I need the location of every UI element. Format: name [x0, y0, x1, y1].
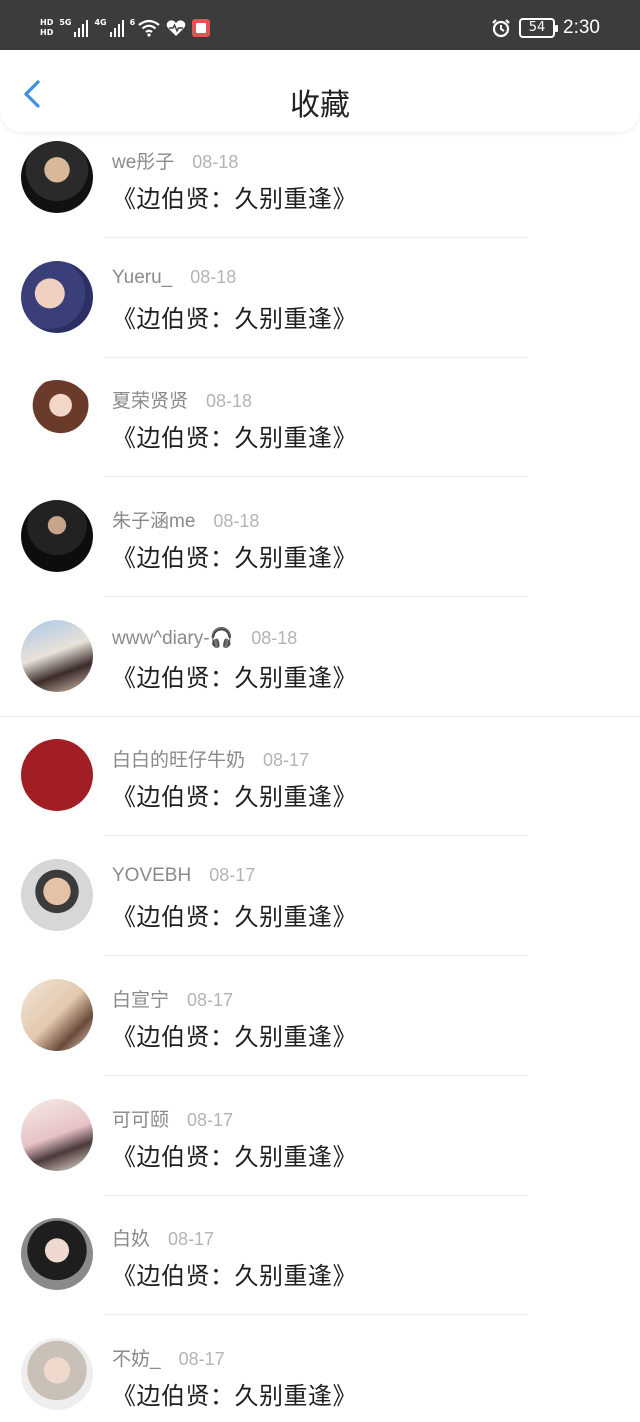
favorite-title[interactable]: 《边伯贤：久别重逢》 [112, 1256, 357, 1291]
status-bar-left: HD HD 5G 4G 6 [40, 14, 211, 42]
hd-label-bottom: HD [40, 28, 54, 37]
hd-indicator: HD HD [40, 18, 53, 38]
favorite-title[interactable]: 《边伯贤：久别重逢》 [112, 179, 357, 214]
favorite-title[interactable]: 《边伯贤：久别重逢》 [112, 658, 357, 693]
signal-bars-icon [74, 19, 89, 37]
divider [104, 955, 528, 957]
user-meta: 白宣宁 08-17 [112, 985, 233, 1012]
user-meta: www^diary-🎧 08-18 [112, 626, 297, 650]
username[interactable]: Yueru_ [112, 267, 172, 288]
divider [104, 476, 528, 478]
list-item[interactable]: 可可颐 08-17 《边伯贤：久别重逢》 [0, 1091, 640, 1211]
reader-app-icon [192, 19, 211, 37]
avatar[interactable] [21, 1218, 93, 1291]
username[interactable]: 白宣宁 [112, 990, 169, 1011]
username[interactable]: 白奺 [112, 1229, 150, 1250]
list-item[interactable]: YOVEBH 08-17 《边伯贤：久别重逢》 [0, 851, 640, 971]
avatar[interactable] [21, 1098, 93, 1171]
avatar[interactable] [21, 978, 93, 1051]
username[interactable]: 夏荣贤贤 [112, 391, 188, 412]
signal-bars-icon-2 [109, 19, 124, 37]
divider [0, 715, 640, 717]
post-date: 08-18 [192, 152, 239, 172]
favorite-title[interactable]: 《边伯贤：久别重逢》 [112, 418, 357, 453]
health-heart-icon [166, 19, 186, 37]
list-item[interactable]: Yueru_ 08-18 《边伯贤：久别重逢》 [0, 253, 640, 373]
username[interactable]: 朱子涵me [112, 511, 195, 532]
avatar[interactable] [21, 141, 93, 213]
divider [104, 1074, 528, 1076]
favorite-title[interactable]: 《边伯贤：久别重逢》 [112, 777, 357, 812]
user-meta: we彤子 08-18 [112, 147, 238, 174]
user-meta: 朱子涵me 08-18 [112, 506, 259, 533]
network-4g-label: 4G [94, 17, 107, 27]
avatar[interactable] [21, 260, 93, 333]
favorite-title[interactable]: 《边伯贤：久别重逢》 [112, 1137, 357, 1172]
battery-indicator: 54 [519, 18, 559, 38]
divider [104, 1194, 528, 1196]
header-bar: 收藏 [0, 50, 640, 132]
avatar[interactable] [21, 859, 93, 932]
favorite-title[interactable]: 《边伯贤：久别重逢》 [112, 1376, 357, 1411]
alarm-clock-icon [491, 18, 511, 38]
user-meta: YOVEBH 08-17 [112, 865, 255, 887]
page-title: 收藏 [290, 88, 350, 123]
username[interactable]: 不妨_ [112, 1349, 161, 1370]
avatar[interactable] [21, 500, 93, 573]
username[interactable]: www^diary-🎧 [112, 628, 233, 649]
divider [104, 237, 528, 238]
favorites-list: we彤子 08-18 《边伯贤：久别重逢》 Yueru_ 08-18 《边伯贤：久别重逢》… [0, 133, 640, 1422]
post-date: 08-18 [190, 266, 237, 287]
avatar[interactable] [21, 1337, 93, 1410]
status-time: 2:30 [563, 17, 600, 38]
user-meta: Yueru_ 08-18 [112, 267, 236, 289]
list-item[interactable]: 不妨_ 08-17 《边伯贤：久别重逢》 [0, 1330, 640, 1422]
post-date: 08-17 [178, 1348, 225, 1369]
post-date: 08-17 [209, 865, 256, 886]
status-bar-right: 54 2:30 [491, 14, 600, 42]
post-date: 08-18 [206, 391, 253, 412]
avatar[interactable] [21, 380, 93, 453]
post-date: 08-17 [187, 1109, 234, 1130]
favorite-title[interactable]: 《边伯贤：久别重逢》 [112, 538, 357, 573]
username[interactable]: YOVEBH [112, 865, 191, 886]
user-meta: 可可颐 08-17 [112, 1105, 233, 1132]
username[interactable]: 可可颐 [112, 1110, 169, 1131]
divider [104, 835, 528, 837]
hd-label-top: HD [40, 18, 54, 27]
list-item[interactable]: 朱子涵me 08-18 《边伯贤：久别重逢》 [0, 492, 640, 612]
post-date: 08-18 [251, 627, 298, 648]
wifi-tag-label: 6 [129, 17, 136, 27]
post-date: 08-17 [263, 750, 310, 771]
divider [104, 1314, 528, 1316]
list-item[interactable]: 白宣宁 08-17 《边伯贤：久别重逢》 [0, 971, 640, 1091]
list-item[interactable]: 白奺 08-17 《边伯贤：久别重逢》 [0, 1210, 640, 1330]
divider [104, 596, 528, 598]
username[interactable]: we彤子 [112, 152, 174, 173]
favorite-title[interactable]: 《边伯贤：久别重逢》 [112, 299, 357, 334]
list-item[interactable]: www^diary-🎧 08-18 《边伯贤：久别重逢》 [0, 612, 640, 732]
favorite-title[interactable]: 《边伯贤：久别重逢》 [112, 897, 357, 932]
user-meta: 白奺 08-17 [112, 1224, 214, 1251]
avatar[interactable] [21, 619, 93, 692]
list-item[interactable]: 白白的旺仔牛奶 08-17 《边伯贤：久别重逢》 [0, 731, 640, 851]
post-date: 08-17 [187, 989, 234, 1010]
username[interactable]: 白白的旺仔牛奶 [112, 750, 245, 771]
list-item[interactable]: 夏荣贤贤 08-18 《边伯贤：久别重逢》 [0, 372, 640, 492]
wifi-icon [138, 19, 160, 37]
user-meta: 不妨_ 08-17 [112, 1344, 225, 1371]
post-date: 08-17 [168, 1229, 215, 1250]
status-bar: HD HD 5G 4G 6 54 2:30 [0, 0, 640, 50]
list-item[interactable]: we彤子 08-18 《边伯贤：久别重逢》 [0, 133, 640, 253]
user-meta: 夏荣贤贤 08-18 [112, 386, 252, 413]
user-meta: 白白的旺仔牛奶 08-17 [112, 745, 309, 772]
post-date: 08-18 [213, 511, 260, 532]
avatar[interactable] [21, 739, 93, 812]
divider [104, 356, 528, 358]
favorite-title[interactable]: 《边伯贤：久别重逢》 [112, 1017, 357, 1052]
network-5g-label: 5G [59, 17, 72, 27]
